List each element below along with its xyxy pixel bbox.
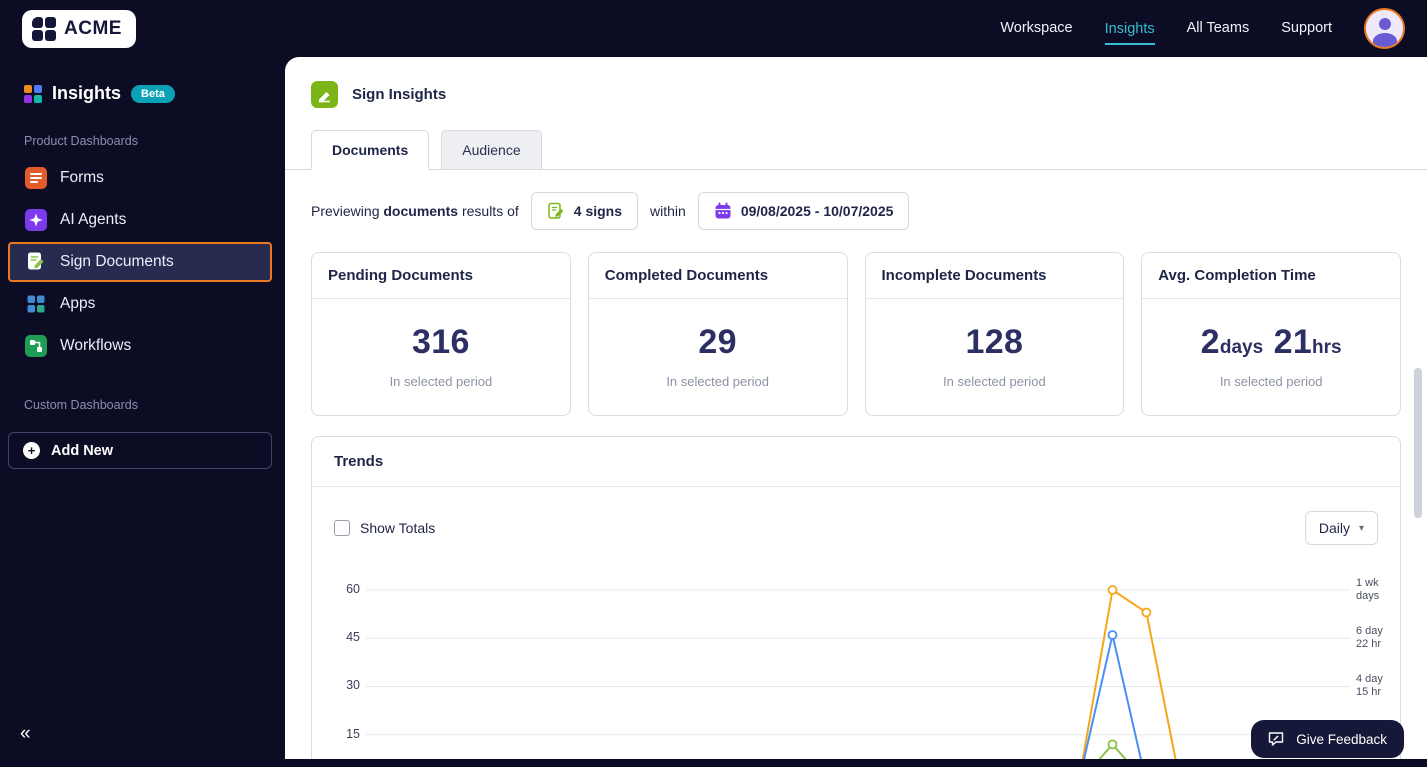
sidebar-item-workflows[interactable]: Workflows xyxy=(8,326,272,366)
stat-card-title: Completed Documents xyxy=(588,253,847,299)
nav-all-teams[interactable]: All Teams xyxy=(1187,20,1250,38)
apps-icon xyxy=(27,295,45,313)
stat-card-title: Pending Documents xyxy=(312,253,570,299)
stat-subtitle: In selected period xyxy=(666,374,769,389)
sidebar-item-label: AI Agents xyxy=(60,211,127,228)
sidebar-title: Insights xyxy=(52,83,122,103)
stat-card-completed: Completed Documents 29 In selected perio… xyxy=(587,252,848,416)
signs-value: 4 signs xyxy=(573,203,623,219)
sidebar-item-forms[interactable]: Forms xyxy=(8,158,272,198)
stat-card-pending: Pending Documents 316 In selected period xyxy=(311,252,571,416)
feedback-label: Give Feedback xyxy=(1296,731,1387,747)
beta-badge: Beta xyxy=(131,84,175,103)
main-panel: Sign Insights Documents Audience Preview… xyxy=(285,57,1427,759)
sidebar-item-label: Workflows xyxy=(60,337,132,354)
page-title: Sign Insights xyxy=(352,86,447,103)
stat-value: 2days 21hrs xyxy=(1200,323,1342,361)
ai-agents-icon xyxy=(25,209,47,231)
calendar-icon xyxy=(715,202,731,219)
tab-bar: Documents Audience xyxy=(285,130,1427,170)
trends-title: Trends xyxy=(312,437,1400,487)
sidebar-item-label: Forms xyxy=(60,169,104,186)
filter-text: Previewing documents results of xyxy=(311,203,519,219)
plus-icon: + xyxy=(23,442,40,459)
collapse-sidebar-button[interactable]: « xyxy=(20,723,31,745)
sidebar-item-sign-documents[interactable]: Sign Documents xyxy=(8,242,272,282)
stat-value: 128 xyxy=(965,323,1024,361)
nav-insights[interactable]: Insights xyxy=(1104,21,1155,45)
sidebar-item-apps[interactable]: Apps xyxy=(8,284,272,324)
stat-card-title: Avg. Completion Time xyxy=(1142,253,1400,299)
sidebar-item-label: Apps xyxy=(60,295,96,312)
interval-select[interactable]: Daily ▾ xyxy=(1304,511,1378,545)
acme-logo-text: ACME xyxy=(64,17,122,39)
sign-doc-icon xyxy=(548,202,563,219)
stat-value: 29 xyxy=(698,323,737,361)
give-feedback-button[interactable]: Give Feedback xyxy=(1251,720,1404,758)
top-nav: Workspace Insights All Teams Support xyxy=(1000,20,1332,45)
stat-card-incomplete: Incomplete Documents 128 In selected per… xyxy=(864,252,1125,416)
scrollbar-thumb[interactable] xyxy=(1414,368,1422,518)
within-label: within xyxy=(650,203,686,219)
stat-value: 316 xyxy=(412,323,470,361)
section-custom-dashboards: Custom Dashboards xyxy=(24,398,138,412)
sidebar-item-label: Sign Documents xyxy=(60,253,174,270)
nav-workspace[interactable]: Workspace xyxy=(1000,20,1072,38)
sign-documents-icon xyxy=(28,252,44,270)
signs-dropdown[interactable]: 4 signs xyxy=(530,192,639,230)
stat-cards: Pending Documents 316 In selected period… xyxy=(311,252,1401,416)
trends-card: Trends Show Totals Daily ▾ 60 45 30 15 1… xyxy=(311,436,1401,759)
trends-chart-area: 60 45 30 15 1 wk days 6 day 22 hr 4 day 15 … xyxy=(312,575,1400,759)
sidebar-item-ai-agents[interactable]: AI Agents xyxy=(8,200,272,240)
add-new-label: Add New xyxy=(51,442,114,459)
stat-card-avg-completion: Avg. Completion Time 2days 21hrs In sele… xyxy=(1141,252,1401,416)
filter-bar: Previewing documents results of 4 signs … xyxy=(285,170,1427,250)
stat-card-title: Incomplete Documents xyxy=(865,253,1124,299)
stat-subtitle: In selected period xyxy=(1219,374,1323,389)
sidebar: Insights Beta Product Dashboards Forms A… xyxy=(0,57,285,767)
sign-insights-icon xyxy=(311,81,338,108)
acme-logo-icon xyxy=(32,16,56,41)
show-totals-toggle[interactable]: Show Totals xyxy=(334,520,435,536)
y-axis-left: 60 45 30 15 xyxy=(346,582,360,741)
topbar: ACME Workspace Insights All Teams Suppor… xyxy=(0,0,1427,57)
interval-value: Daily xyxy=(1318,520,1350,536)
stat-subtitle: In selected period xyxy=(943,374,1046,389)
user-avatar[interactable] xyxy=(1364,8,1405,49)
forms-icon xyxy=(25,167,47,189)
date-range-value: 09/08/2025 - 10/07/2025 xyxy=(740,203,894,219)
section-product-dashboards: Product Dashboards xyxy=(24,134,138,148)
feedback-icon xyxy=(1269,732,1284,746)
sidebar-menu: Forms AI Agents Sign Documents Apps Work… xyxy=(0,158,285,366)
workflows-icon xyxy=(25,335,47,357)
person-icon xyxy=(1378,18,1391,30)
show-totals-checkbox[interactable] xyxy=(334,520,350,536)
show-totals-label: Show Totals xyxy=(360,520,436,536)
trends-chart xyxy=(366,585,1350,759)
tab-documents[interactable]: Documents xyxy=(311,130,430,170)
date-range-picker[interactable]: 09/08/2025 - 10/07/2025 xyxy=(697,192,910,230)
chevron-down-icon: ▾ xyxy=(1358,522,1364,534)
stat-subtitle: In selected period xyxy=(389,374,493,389)
insights-icon xyxy=(24,84,42,103)
nav-support[interactable]: Support xyxy=(1281,20,1332,38)
tab-audience[interactable]: Audience xyxy=(441,130,542,170)
add-new-button[interactable]: + Add New xyxy=(8,432,272,469)
acme-logo[interactable]: ACME xyxy=(22,9,136,48)
